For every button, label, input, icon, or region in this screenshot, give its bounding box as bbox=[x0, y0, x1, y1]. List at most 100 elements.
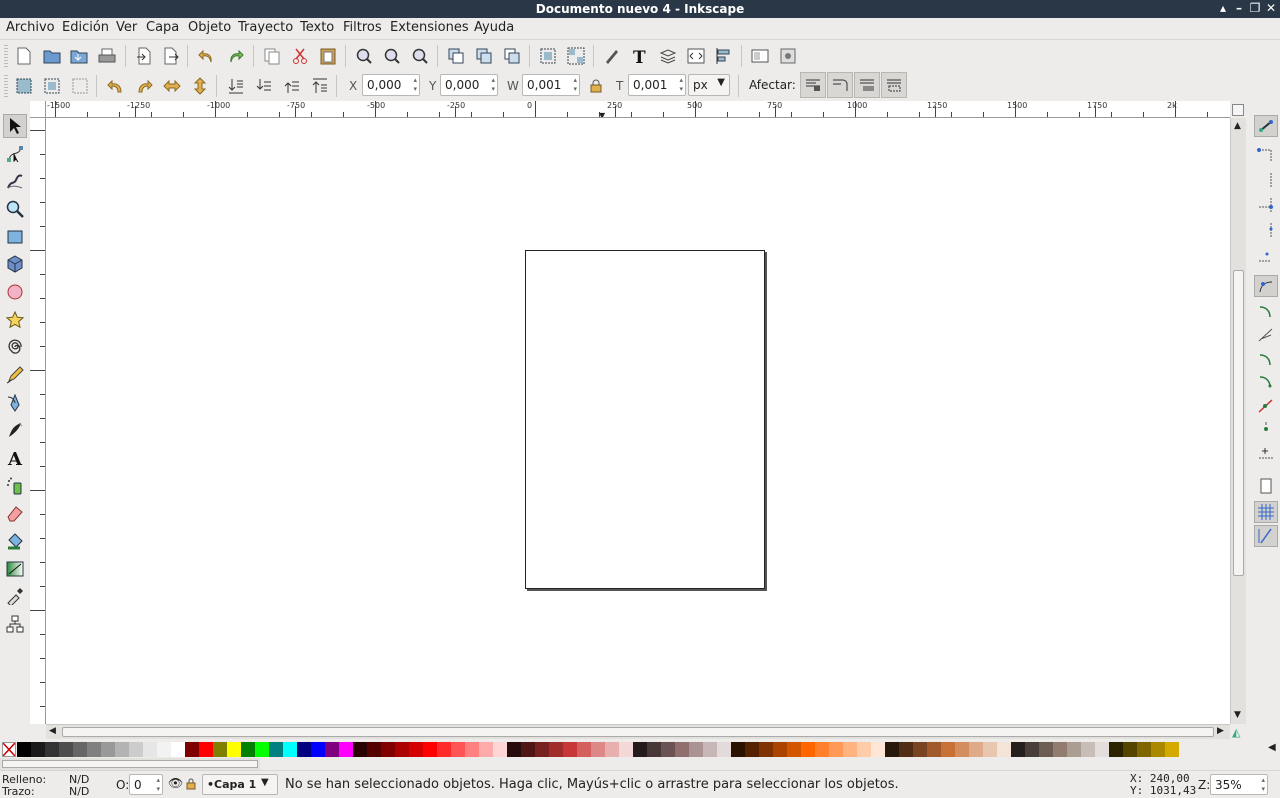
menu-filtros[interactable]: Filtros bbox=[343, 20, 382, 35]
palette-swatch[interactable] bbox=[325, 742, 339, 757]
palette-swatch[interactable] bbox=[283, 742, 297, 757]
layer-select[interactable]: •Capa 1 ▼ bbox=[202, 774, 278, 795]
align-distribute-icon[interactable] bbox=[712, 44, 736, 68]
palette-swatch[interactable] bbox=[409, 742, 423, 757]
spin-arrows-icon[interactable]: ▴ ▾ bbox=[573, 76, 577, 94]
minimize-icon[interactable]: – bbox=[1232, 1, 1246, 15]
no-paint-swatch[interactable] bbox=[2, 742, 16, 757]
star-icon[interactable] bbox=[3, 308, 27, 332]
window-up-icon[interactable]: ▴ bbox=[1216, 1, 1230, 15]
palette-swatch[interactable] bbox=[157, 742, 171, 757]
cut-icon[interactable] bbox=[288, 44, 312, 68]
palette-scrollbar[interactable] bbox=[0, 758, 260, 770]
opacity-field[interactable]: 0 ▴ ▾ bbox=[129, 774, 163, 795]
duplicate-icon[interactable] bbox=[444, 44, 468, 68]
zoom-page-icon[interactable] bbox=[408, 44, 432, 68]
lock-ratio-icon[interactable] bbox=[584, 74, 608, 98]
deselect-icon[interactable] bbox=[68, 74, 92, 98]
palette-swatch[interactable] bbox=[955, 742, 969, 757]
palette-swatch[interactable] bbox=[1081, 742, 1095, 757]
toolbar-grip[interactable] bbox=[4, 45, 8, 67]
redo-icon[interactable] bbox=[224, 44, 248, 68]
select-all-icon[interactable] bbox=[12, 74, 36, 98]
palette-swatch[interactable] bbox=[871, 742, 885, 757]
toolbar-grip[interactable] bbox=[4, 75, 8, 97]
3dbox-icon[interactable] bbox=[3, 252, 27, 276]
snap-bbox-midpoint-icon[interactable] bbox=[1254, 219, 1278, 241]
palette-swatch[interactable] bbox=[1165, 742, 1179, 757]
group-icon[interactable] bbox=[536, 44, 560, 68]
palette-swatch[interactable] bbox=[773, 742, 787, 757]
save-icon[interactable] bbox=[67, 44, 91, 68]
palette-swatch[interactable] bbox=[1025, 742, 1039, 757]
palette-swatch[interactable] bbox=[787, 742, 801, 757]
undo-icon[interactable] bbox=[194, 44, 218, 68]
paste-icon[interactable] bbox=[316, 44, 340, 68]
palette-swatch[interactable] bbox=[941, 742, 955, 757]
palette-swatch[interactable] bbox=[759, 742, 773, 757]
palette-swatch[interactable] bbox=[227, 742, 241, 757]
gradient-icon[interactable] bbox=[3, 557, 27, 581]
palette-swatch[interactable] bbox=[1109, 742, 1123, 757]
palette-menu-icon[interactable]: ◀ bbox=[1268, 742, 1276, 753]
new-document-icon[interactable] bbox=[12, 44, 36, 68]
snap-grid-icon[interactable] bbox=[1254, 501, 1278, 523]
palette-swatch[interactable] bbox=[185, 742, 199, 757]
unit-select[interactable]: px ▼ bbox=[688, 74, 730, 96]
palette-swatch[interactable] bbox=[633, 742, 647, 757]
palette-swatch[interactable] bbox=[297, 742, 311, 757]
zoom-drawing-icon[interactable] bbox=[380, 44, 404, 68]
palette-swatch[interactable] bbox=[353, 742, 367, 757]
dropper-icon[interactable] bbox=[3, 584, 27, 608]
menu-capa[interactable]: Capa bbox=[146, 20, 179, 35]
affect-pattern-toggle[interactable] bbox=[881, 72, 907, 98]
snap-midpoint-icon[interactable] bbox=[1254, 395, 1278, 417]
close-icon[interactable]: ✕ bbox=[1264, 1, 1278, 15]
palette-swatch[interactable] bbox=[927, 742, 941, 757]
palette-swatch[interactable] bbox=[45, 742, 59, 757]
palette-swatch[interactable] bbox=[549, 742, 563, 757]
palette-swatch[interactable] bbox=[885, 742, 899, 757]
palette-swatch[interactable] bbox=[591, 742, 605, 757]
maximize-icon[interactable]: ❐ bbox=[1248, 1, 1262, 15]
menu-ver[interactable]: Ver bbox=[116, 20, 137, 35]
affect-corners-toggle[interactable] bbox=[827, 72, 853, 98]
y-field[interactable]: 0,000 ▴ ▾ bbox=[440, 74, 498, 96]
connector-icon[interactable] bbox=[3, 612, 27, 636]
open-folder-icon[interactable] bbox=[40, 44, 64, 68]
palette-swatch[interactable] bbox=[101, 742, 115, 757]
canvas[interactable] bbox=[46, 118, 1230, 724]
horizontal-scrollbar[interactable]: ◀ ▶ bbox=[46, 724, 1230, 739]
flip-vertical-icon[interactable] bbox=[188, 74, 212, 98]
palette-swatch[interactable] bbox=[857, 742, 871, 757]
spiral-icon[interactable] bbox=[3, 335, 27, 359]
palette-swatch[interactable] bbox=[521, 742, 535, 757]
palette-swatch[interactable] bbox=[269, 742, 283, 757]
zoom-selection-icon[interactable] bbox=[352, 44, 376, 68]
horizontal-scroll-thumb[interactable] bbox=[62, 727, 1214, 737]
palette-swatch[interactable] bbox=[241, 742, 255, 757]
spin-arrows-icon[interactable]: ▴ ▾ bbox=[679, 76, 683, 94]
palette-swatch[interactable] bbox=[661, 742, 675, 757]
palette-swatch[interactable] bbox=[339, 742, 353, 757]
palette-swatch[interactable] bbox=[59, 742, 73, 757]
pen-icon[interactable] bbox=[3, 391, 27, 415]
copy-icon[interactable] bbox=[260, 44, 284, 68]
palette-swatch[interactable] bbox=[381, 742, 395, 757]
palette-swatch[interactable] bbox=[31, 742, 45, 757]
menu-edicion[interactable]: Edición bbox=[62, 20, 109, 35]
palette-swatch[interactable] bbox=[829, 742, 843, 757]
node-icon[interactable] bbox=[3, 142, 27, 166]
zoom-corner-icon[interactable]: ◭ bbox=[1232, 726, 1240, 739]
palette-swatch[interactable] bbox=[87, 742, 101, 757]
text-icon[interactable]: A bbox=[3, 446, 27, 470]
preferences-icon[interactable] bbox=[776, 44, 800, 68]
palette-swatch[interactable] bbox=[703, 742, 717, 757]
document-properties-icon[interactable] bbox=[748, 44, 772, 68]
palette-swatch[interactable] bbox=[535, 742, 549, 757]
eye-icon[interactable]: 👁 bbox=[168, 776, 183, 790]
palette-swatch[interactable] bbox=[605, 742, 619, 757]
palette-swatch[interactable] bbox=[73, 742, 87, 757]
scroll-left-icon[interactable]: ◀ bbox=[49, 726, 56, 736]
selector-icon[interactable] bbox=[3, 114, 27, 138]
